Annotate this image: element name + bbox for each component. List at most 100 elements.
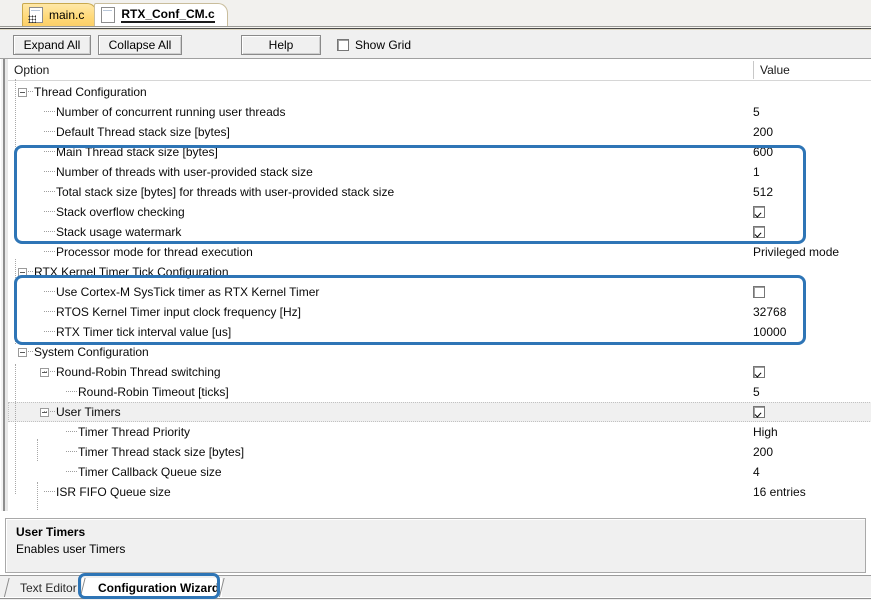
table-row[interactable]: Stack overflow checking: [8, 202, 871, 222]
collapse-icon[interactable]: [18, 348, 27, 357]
tree-guide-line: [15, 79, 17, 239]
option-value[interactable]: [753, 224, 765, 242]
description-title: User Timers: [16, 525, 85, 539]
show-grid-checkbox-group[interactable]: Show Grid: [337, 38, 411, 52]
tree-guide-line: [15, 259, 17, 344]
document-tab-main-c[interactable]: main.c: [22, 3, 97, 26]
value-checkbox[interactable]: [753, 366, 765, 378]
document-tab-label: main.c: [49, 8, 84, 22]
expand-all-button[interactable]: Expand All: [13, 35, 91, 55]
tree-connector-icon: [44, 231, 55, 233]
tree-connector-icon: [66, 451, 77, 453]
table-row[interactable]: Number of threads with user-provided sta…: [8, 162, 871, 182]
tree-connector-icon: [44, 491, 55, 493]
option-value[interactable]: 32768: [753, 304, 786, 320]
collapse-icon[interactable]: [18, 88, 27, 97]
table-row[interactable]: Timer Callback Queue size4: [8, 462, 871, 482]
option-label: Total stack size [bytes] for threads wit…: [56, 184, 394, 200]
option-value[interactable]: 5: [753, 104, 760, 120]
document-tab-rtx-conf-cm-c[interactable]: RTX_Conf_CM.c: [94, 3, 227, 26]
option-value[interactable]: 512: [753, 184, 773, 200]
option-label: Stack usage watermark: [56, 224, 181, 240]
grid-row-container: Thread Configuration Number of concurrent…: [8, 82, 871, 502]
value-checkbox[interactable]: [753, 406, 765, 418]
table-row[interactable]: Processor mode for thread executionPrivi…: [8, 242, 871, 262]
option-value[interactable]: [753, 284, 765, 302]
table-row[interactable]: Main Thread stack size [bytes] 600: [8, 142, 871, 162]
help-button[interactable]: Help: [241, 35, 321, 55]
option-value[interactable]: High: [753, 424, 778, 440]
option-label: RTX Kernel Timer Tick Configuration: [34, 264, 229, 280]
table-row[interactable]: RTOS Kernel Timer input clock frequency …: [8, 302, 871, 322]
option-label: RTX Timer tick interval value [us]: [56, 324, 231, 340]
tab-slash-left-icon: [3, 578, 18, 599]
option-label: RTOS Kernel Timer input clock frequency …: [56, 304, 301, 320]
option-label: Thread Configuration: [34, 84, 147, 100]
tree-connector-icon: [44, 411, 55, 413]
option-label: Timer Thread Priority: [78, 424, 190, 440]
table-row[interactable]: System Configuration: [8, 342, 871, 362]
document-tab-bar: main.c RTX_Conf_CM.c: [0, 0, 871, 26]
option-value[interactable]: 10000: [753, 324, 786, 340]
option-label: Main Thread stack size [bytes]: [56, 144, 218, 160]
option-label: Stack overflow checking: [56, 204, 185, 220]
configuration-tree-grid[interactable]: Option Value Thread Configuration Number …: [0, 59, 871, 511]
option-value[interactable]: 1: [753, 164, 760, 180]
table-row[interactable]: Use Cortex-M SysTick timer as RTX Kernel…: [8, 282, 871, 302]
option-label: Default Thread stack size [bytes]: [56, 124, 230, 140]
option-value[interactable]: 200: [753, 444, 773, 460]
tab-configuration-wizard[interactable]: Configuration Wizard: [82, 578, 222, 599]
value-checkbox[interactable]: [753, 226, 765, 238]
column-header-option: Option: [14, 63, 49, 77]
tree-connector-icon: [28, 271, 33, 273]
option-label: User Timers: [56, 404, 121, 420]
table-row[interactable]: Timer Thread Priority High: [8, 422, 871, 442]
tree-connector-icon: [44, 151, 55, 153]
table-row[interactable]: User Timers: [8, 402, 871, 422]
column-divider[interactable]: [753, 61, 754, 79]
table-row[interactable]: Number of concurrent running user thread…: [8, 102, 871, 122]
tree-guide-line: [15, 364, 17, 494]
table-row[interactable]: Round-Robin Thread switching: [8, 362, 871, 382]
value-checkbox[interactable]: [753, 286, 765, 298]
table-row[interactable]: Total stack size [bytes] for threads wit…: [8, 182, 871, 202]
table-row[interactable]: Stack usage watermark: [8, 222, 871, 242]
option-value[interactable]: [753, 204, 765, 222]
option-value[interactable]: Privileged mode: [753, 244, 839, 260]
value-checkbox[interactable]: [753, 206, 765, 218]
option-value[interactable]: 5: [753, 384, 760, 400]
tree-connector-icon: [44, 131, 55, 133]
option-value[interactable]: [753, 404, 765, 422]
option-label: Round-Robin Timeout [ticks]: [78, 384, 229, 400]
column-header-value: Value: [760, 63, 790, 77]
option-label: System Configuration: [34, 344, 149, 360]
option-value[interactable]: 600: [753, 144, 773, 160]
option-value[interactable]: 4: [753, 464, 760, 480]
file-document-icon: [101, 7, 115, 23]
table-row[interactable]: Timer Thread stack size [bytes] 200: [8, 442, 871, 462]
option-label: Timer Thread stack size [bytes]: [78, 444, 244, 460]
table-row[interactable]: ISR FIFO Queue size16 entries: [8, 482, 871, 502]
wizard-toolbar: Expand All Collapse All Help Show Grid: [0, 30, 871, 59]
option-value[interactable]: [753, 364, 765, 382]
tree-guide-line: [37, 439, 39, 461]
tree-connector-icon: [66, 431, 77, 433]
collapse-icon[interactable]: [18, 268, 27, 277]
show-grid-checkbox[interactable]: [337, 39, 349, 51]
tree-connector-icon: [44, 371, 55, 373]
table-row[interactable]: Thread Configuration: [8, 82, 871, 102]
grid-left-gutter: [1, 59, 8, 511]
tree-connector-icon: [44, 311, 55, 313]
tree-connector-icon: [44, 331, 55, 333]
document-tab-strip: main.c RTX_Conf_CM.c: [0, 0, 228, 26]
table-row[interactable]: Default Thread stack size [bytes] 200: [8, 122, 871, 142]
tree-connector-icon: [28, 351, 33, 353]
table-row[interactable]: RTX Kernel Timer Tick Configuration: [8, 262, 871, 282]
show-grid-label: Show Grid: [355, 38, 411, 52]
option-value[interactable]: 200: [753, 124, 773, 140]
table-row[interactable]: Round-Robin Timeout [ticks] 5: [8, 382, 871, 402]
table-row[interactable]: RTX Timer tick interval value [us] 10000: [8, 322, 871, 342]
option-value[interactable]: 16 entries: [753, 484, 806, 500]
collapse-all-button[interactable]: Collapse All: [98, 35, 182, 55]
tree-connector-icon: [44, 251, 55, 253]
